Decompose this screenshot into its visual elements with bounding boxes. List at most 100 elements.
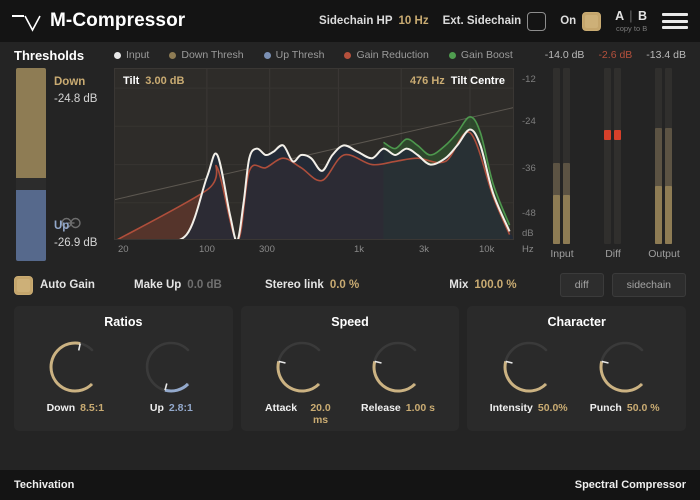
make-up-label: Make Up: [134, 279, 181, 291]
auto-gain-control[interactable]: Auto Gain: [14, 276, 134, 295]
ab-compare-control[interactable]: A | B copy to B: [615, 10, 648, 33]
threshold-slider-track[interactable]: [16, 68, 46, 261]
freq-tick: 300: [259, 244, 275, 255]
tilt-centre-control[interactable]: 476 Hz Tilt Centre: [410, 75, 505, 87]
legend-row: Thresholds InputDown ThreshUp ThreshGain…: [0, 42, 700, 68]
legend-item-0: Input: [114, 49, 149, 61]
knob-arc[interactable]: [368, 337, 428, 397]
knob-caption: Release 1.00 s: [361, 402, 435, 414]
make-up-control[interactable]: Make Up 0.0 dB: [134, 279, 222, 291]
panel-speed: SpeedAttack20.0 msRelease1.00 s: [241, 306, 460, 431]
knob-panels: RatiosDown8.5:1Up2.8:1SpeedAttack20.0 ms…: [0, 302, 700, 431]
down-threshold-readout: Down -24.8 dB: [54, 74, 97, 107]
tilt-label: Tilt: [123, 75, 139, 87]
meter-label: Output: [642, 248, 686, 260]
knob-label: Attack: [265, 402, 297, 414]
panel-title: Ratios: [14, 315, 233, 329]
knob-arc[interactable]: [141, 337, 201, 397]
up-threshold-value[interactable]: -26.9 dB: [54, 235, 97, 252]
db-tick: -24: [522, 116, 536, 127]
ext-sidechain-label: Ext. Sidechain: [443, 15, 522, 27]
knob-dial[interactable]: [141, 337, 201, 397]
meter-body: [653, 68, 675, 244]
freq-tick: 10k: [479, 244, 494, 255]
meter-level-left: [553, 195, 560, 244]
meter-diff: Diff: [591, 68, 635, 260]
legend-dot: [344, 52, 351, 59]
tilt-control[interactable]: Tilt 3.00 dB: [123, 75, 184, 87]
knob-dial[interactable]: [45, 337, 105, 397]
knob-dial[interactable]: [595, 337, 655, 397]
knob-arc[interactable]: [499, 337, 559, 397]
freq-tick: 1k: [354, 244, 364, 255]
knob-up[interactable]: Up2.8:1: [134, 337, 208, 414]
up-threshold-slider[interactable]: [16, 190, 46, 261]
knob-arc[interactable]: [45, 337, 105, 397]
mix-control[interactable]: Mix 100.0 %: [449, 279, 516, 291]
knob-caption: Up2.8:1: [134, 402, 208, 414]
meters-panel: InputDiffOutput: [536, 68, 686, 268]
knob-down[interactable]: Down8.5:1: [38, 337, 112, 414]
spectrum-graph[interactable]: Tilt 3.00 dB 476 Hz Tilt Centre: [114, 68, 514, 240]
tilt-centre-value[interactable]: 476 Hz: [410, 75, 445, 87]
on-control[interactable]: On: [560, 12, 601, 31]
thresholds-panel: Down -24.8 dB Up -26.9 dB: [14, 68, 114, 268]
mix-value[interactable]: 100.0 %: [474, 279, 516, 291]
spectrum-graph-wrapper: Tilt 3.00 dB 476 Hz Tilt Centre -12-24-3…: [114, 68, 536, 268]
knob-dial[interactable]: [272, 337, 332, 397]
ext-sidechain-checkbox[interactable]: [527, 12, 546, 31]
legend-label: Gain Boost: [461, 49, 513, 61]
meter-level-left: [655, 186, 662, 244]
knob-caption: Attack 20.0 ms: [265, 402, 339, 426]
knob-label: Release: [361, 402, 401, 414]
stereo-link-value[interactable]: 0.0 %: [330, 279, 359, 291]
knob-value[interactable]: 50.0%: [538, 402, 568, 414]
knob-release[interactable]: Release 1.00 s: [361, 337, 435, 426]
diff-button[interactable]: diff: [560, 273, 604, 297]
db-tick: -48: [522, 208, 536, 219]
knob-attack[interactable]: Attack 20.0 ms: [265, 337, 339, 426]
ext-sidechain-control[interactable]: Ext. Sidechain: [443, 12, 547, 31]
panel-title: Character: [467, 315, 686, 329]
on-toggle-checkbox[interactable]: [582, 12, 601, 31]
db-unit-label: dB: [522, 228, 534, 239]
meter-level-right: [665, 186, 672, 244]
sidechain-hp-value[interactable]: 10 Hz: [399, 15, 429, 27]
legend-item-3: Gain Reduction: [344, 49, 428, 61]
ab-b-label[interactable]: B: [638, 9, 648, 23]
knob-dial[interactable]: [368, 337, 428, 397]
ab-copy-label[interactable]: copy to B: [615, 25, 648, 33]
brand-name: Techivation: [14, 479, 74, 491]
knob-dial[interactable]: [499, 337, 559, 397]
knob-punch[interactable]: Punch50.0 %: [588, 337, 662, 414]
tilt-value[interactable]: 3.00 dB: [145, 75, 184, 87]
legend-item-4: Gain Boost: [449, 49, 513, 61]
hamburger-menu-icon[interactable]: [662, 13, 688, 29]
auto-gain-label: Auto Gain: [40, 279, 95, 291]
main-area: Down -24.8 dB Up -26.9 dB Tilt 3.00 dB 4…: [0, 68, 700, 268]
knob-row: Intensity50.0% Punch50.0 %: [467, 337, 686, 414]
view-buttons: diff sidechain: [560, 273, 686, 297]
down-threshold-value[interactable]: -24.8 dB: [54, 91, 97, 108]
knob-value[interactable]: 2.8:1: [169, 402, 193, 414]
down-threshold-slider[interactable]: [16, 68, 46, 178]
ab-a-label[interactable]: A: [615, 9, 625, 23]
meter-channel-left: [604, 68, 611, 244]
product-type: Spectral Compressor: [575, 479, 686, 491]
knob-arc[interactable]: [272, 337, 332, 397]
make-up-value[interactable]: 0.0 dB: [187, 279, 222, 291]
panel-ratios: Ratios Down8.5:1 Up2.8:1: [14, 306, 233, 431]
panel-character: Character Intensity50.0% Punch50.0 %: [467, 306, 686, 431]
legend-label: Gain Reduction: [356, 49, 428, 61]
sidechain-hp-control[interactable]: Sidechain HP 10 Hz: [319, 15, 429, 27]
knob-value[interactable]: 50.0 %: [627, 402, 660, 414]
knob-value[interactable]: 1.00 s: [406, 402, 435, 414]
knob-intensity[interactable]: Intensity50.0%: [492, 337, 566, 414]
knob-value[interactable]: 20.0 ms: [302, 402, 339, 426]
auto-gain-checkbox[interactable]: [14, 276, 33, 295]
meter-body: [602, 68, 624, 244]
knob-arc[interactable]: [595, 337, 655, 397]
knob-value[interactable]: 8.5:1: [80, 402, 104, 414]
sidechain-button[interactable]: sidechain: [612, 273, 686, 297]
stereo-link-control[interactable]: Stereo link 0.0 %: [265, 279, 359, 291]
